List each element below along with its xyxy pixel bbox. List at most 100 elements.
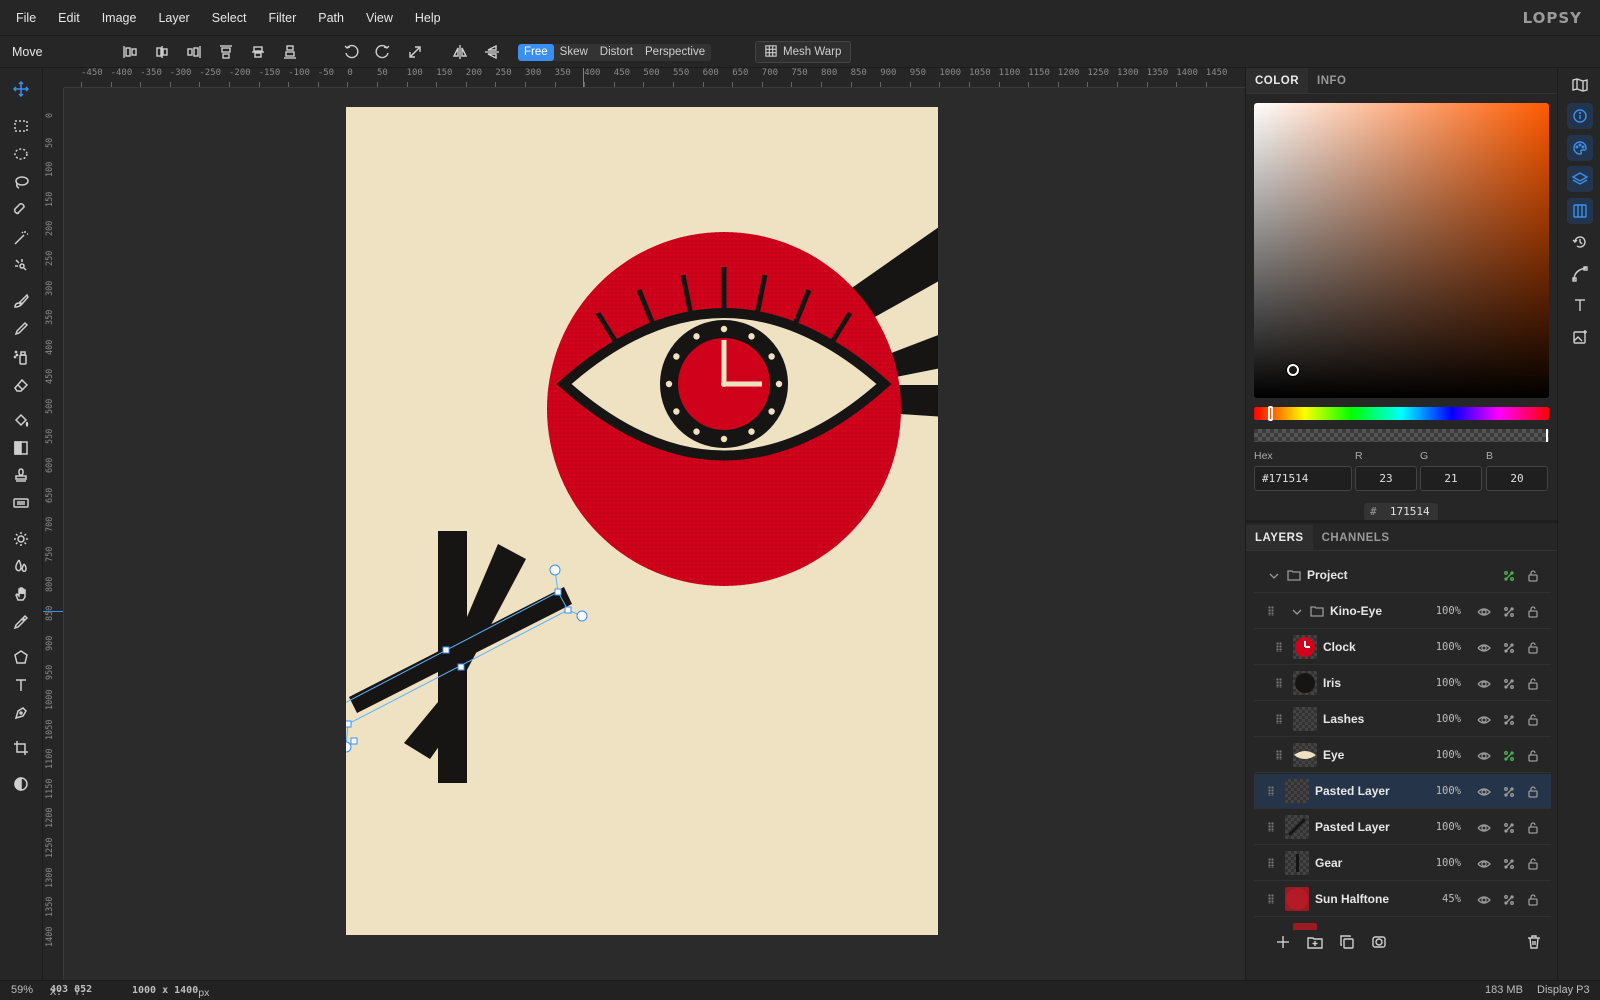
ellipse-select-tool-icon[interactable]: [9, 142, 33, 166]
tab-layers[interactable]: LAYERS: [1246, 525, 1313, 550]
hex-chip[interactable]: # 171514: [1364, 503, 1438, 521]
menu-edit[interactable]: Edit: [47, 11, 91, 25]
lock-icon[interactable]: [1526, 821, 1540, 835]
drag-handle[interactable]: [1276, 642, 1282, 652]
eyedropper-tool-icon[interactable]: [9, 610, 33, 634]
lasso-tool-icon[interactable]: [9, 170, 33, 194]
add-layer-icon[interactable]: [1275, 934, 1293, 952]
brush-tool-icon[interactable]: [9, 289, 33, 313]
layer-opacity[interactable]: 45%: [1429, 893, 1461, 905]
drag-handle[interactable]: [1268, 606, 1274, 616]
lock-icon[interactable]: [1526, 749, 1540, 763]
align-right-icon[interactable]: [185, 43, 203, 61]
visibility-eye-icon[interactable]: [1477, 641, 1491, 655]
alpha-handle[interactable]: [1546, 429, 1548, 442]
paths-icon[interactable]: [1567, 261, 1593, 287]
mesh-warp-button[interactable]: Mesh Warp: [755, 41, 852, 63]
layer-opacity[interactable]: 100%: [1429, 713, 1461, 725]
align-top-icon[interactable]: [217, 43, 235, 61]
hue-handle[interactable]: [1268, 406, 1273, 421]
blur-tool-icon[interactable]: [9, 554, 33, 578]
effects-icon[interactable]: [1502, 641, 1516, 655]
menu-help[interactable]: Help: [404, 11, 452, 25]
hue-slider[interactable]: [1254, 406, 1549, 421]
drag-handle[interactable]: [1268, 822, 1274, 832]
drag-handle[interactable]: [1276, 750, 1282, 760]
crop-tool-icon[interactable]: [9, 736, 33, 760]
layer-row[interactable]: Kino-Eye 100%: [1254, 594, 1551, 629]
chevron-down-icon[interactable]: [1267, 569, 1281, 583]
layer-opacity[interactable]: 100%: [1429, 785, 1461, 797]
effects-icon[interactable]: [1502, 569, 1516, 583]
zoom-level[interactable]: 59%: [11, 984, 33, 996]
layer-opacity[interactable]: 100%: [1429, 677, 1461, 689]
visibility-eye-icon[interactable]: [1477, 821, 1491, 835]
drag-handle[interactable]: [1276, 714, 1282, 724]
menu-view[interactable]: View: [355, 11, 404, 25]
layer-row[interactable]: Iris 100%: [1254, 666, 1551, 701]
layer-name[interactable]: Sun Halftone: [1315, 892, 1389, 906]
spray-tool-icon[interactable]: [9, 345, 33, 369]
lock-icon[interactable]: [1526, 569, 1540, 583]
layer-row[interactable]: Clock 100%: [1254, 630, 1551, 665]
layer-opacity[interactable]: 100%: [1429, 641, 1461, 653]
drag-handle[interactable]: [1276, 678, 1282, 688]
new-group-icon[interactable]: [1307, 934, 1325, 952]
visibility-eye-icon[interactable]: [1477, 785, 1491, 799]
rotate-ccw-icon[interactable]: [342, 43, 360, 61]
g-field[interactable]: 21: [1420, 466, 1482, 491]
align-left-icon[interactable]: [121, 43, 139, 61]
visibility-eye-icon[interactable]: [1477, 713, 1491, 727]
mode-skew-button[interactable]: Skew: [554, 44, 594, 61]
lock-icon[interactable]: [1526, 713, 1540, 727]
eraser-tool-icon[interactable]: [9, 373, 33, 397]
character-icon[interactable]: [1567, 292, 1593, 318]
drag-handle[interactable]: [1268, 894, 1274, 904]
effects-icon[interactable]: [1502, 857, 1516, 871]
lock-icon[interactable]: [1526, 785, 1540, 799]
layer-opacity[interactable]: 100%: [1429, 605, 1461, 617]
effects-icon[interactable]: [1502, 677, 1516, 691]
layer-name[interactable]: Pasted Layer: [1315, 820, 1390, 834]
b-field[interactable]: 20: [1486, 466, 1548, 491]
chevron-down-icon[interactable]: [1290, 605, 1304, 619]
document-canvas[interactable]: [346, 107, 938, 935]
paint-bucket-tool-icon[interactable]: [9, 408, 33, 432]
drag-handle[interactable]: [1268, 858, 1274, 868]
layer-row[interactable]: Lashes 100%: [1254, 702, 1551, 737]
layer-opacity[interactable]: 100%: [1429, 857, 1461, 869]
text-tool-icon[interactable]: [9, 673, 33, 697]
stamp-tool-icon[interactable]: [9, 463, 33, 487]
visibility-eye-icon[interactable]: [1477, 749, 1491, 763]
rotate-cw-icon[interactable]: [374, 43, 392, 61]
gradient-tool-icon[interactable]: [9, 436, 33, 460]
visibility-eye-icon[interactable]: [1477, 605, 1491, 619]
mask-icon[interactable]: [1371, 934, 1389, 952]
layers-icon[interactable]: [1567, 166, 1593, 192]
layer-name[interactable]: Clock: [1323, 640, 1356, 654]
channels-icon[interactable]: [1567, 198, 1593, 224]
magic-wand-tool-icon[interactable]: [9, 226, 33, 250]
magnetic-lasso-tool-icon[interactable]: [9, 198, 33, 222]
visibility-eye-icon[interactable]: [1477, 857, 1491, 871]
tab-info[interactable]: INFO: [1308, 68, 1355, 93]
tab-color[interactable]: COLOR: [1246, 68, 1309, 93]
flip-vertical-icon[interactable]: [483, 43, 501, 61]
lock-icon[interactable]: [1526, 677, 1540, 691]
delete-layer-icon[interactable]: [1526, 934, 1544, 952]
alpha-slider[interactable]: [1254, 429, 1549, 442]
layer-name[interactable]: Project: [1307, 568, 1348, 582]
r-field[interactable]: 23: [1355, 466, 1417, 491]
pen-tool-icon[interactable]: [9, 701, 33, 725]
lock-icon[interactable]: [1526, 893, 1540, 907]
drag-handle[interactable]: [1268, 786, 1274, 796]
pattern-tool-icon[interactable]: [9, 491, 33, 515]
hand-tool-icon[interactable]: [9, 582, 33, 606]
mode-perspective-button[interactable]: Perspective: [639, 44, 711, 61]
layer-name[interactable]: Eye: [1323, 748, 1344, 762]
layer-row[interactable]: Sun Halftone 45%: [1254, 882, 1551, 917]
flip-horizontal-icon[interactable]: [451, 43, 469, 61]
add-image-icon[interactable]: [1567, 324, 1593, 350]
layer-opacity[interactable]: 100%: [1429, 821, 1461, 833]
menu-path[interactable]: Path: [307, 11, 355, 25]
